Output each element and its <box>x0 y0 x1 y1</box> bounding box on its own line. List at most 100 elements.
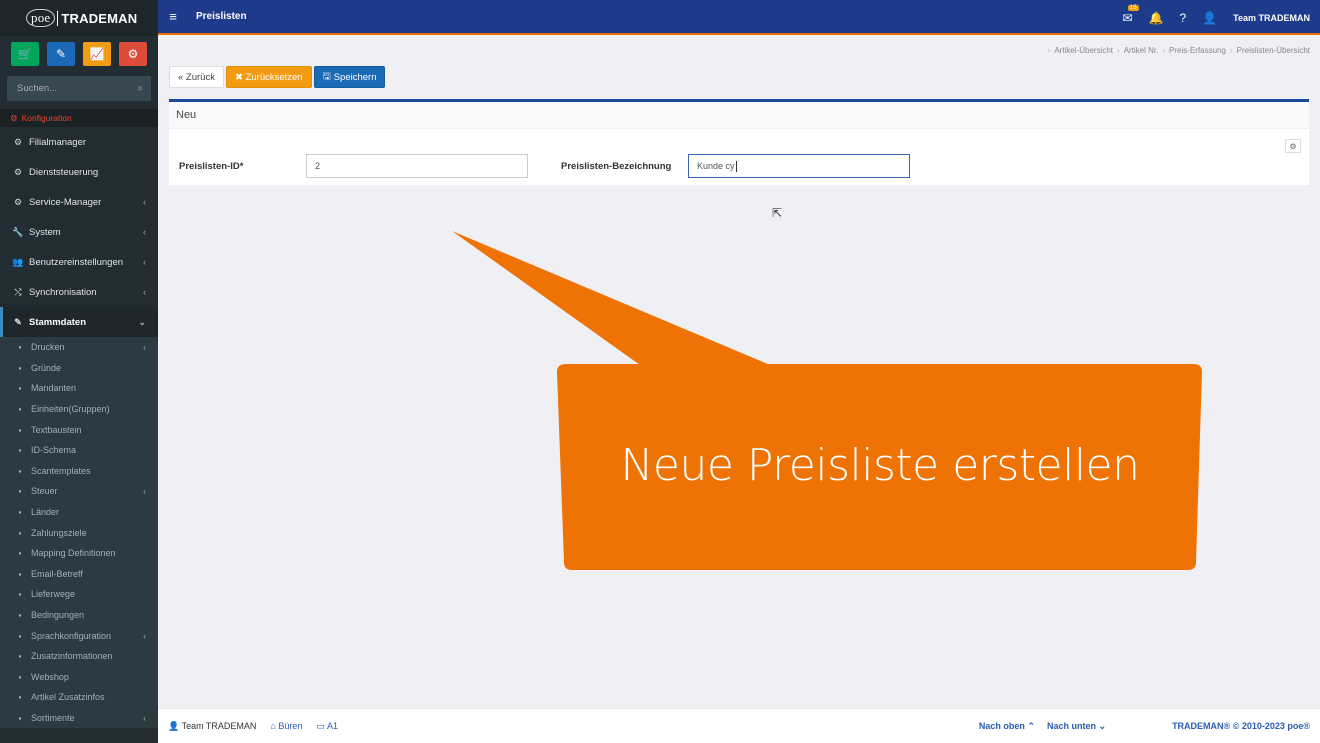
submenu-item-label: Zusatzinformationen <box>31 651 113 662</box>
user-icon: 👤 <box>168 720 180 731</box>
search-icon[interactable]: ⌕ <box>138 83 143 94</box>
submenu-item-icon: ▪ <box>18 404 22 415</box>
chevron-left-icon: ‹ <box>143 257 146 267</box>
submenu-item-webshop[interactable]: ▪ Webshop <box>0 667 158 688</box>
submenu-item-label: Textbaustein <box>31 424 82 435</box>
user-name[interactable]: Team TRADEMAN <box>1233 13 1310 23</box>
submenu-stammdaten: ▪ Drucken ‹ ▪ Gründe ▪ Mandanten ▪ Einheiten(Gru… <box>0 337 158 729</box>
submenu-item-label: Webshop <box>31 671 69 682</box>
callout-text: Neue Preisliste erstellen <box>620 440 1140 491</box>
submenu-item-gründe[interactable]: ▪ Gründe <box>0 358 158 379</box>
submenu-item-sortimente[interactable]: ▪ Sortimente ‹ <box>0 708 158 729</box>
menu-section-header[interactable]: ⚙ Konfiguration <box>0 109 158 127</box>
name-value: Kunde cy <box>697 161 735 171</box>
submenu-item-email-betreff[interactable]: ▪ Email-Betreff <box>0 564 158 585</box>
cart-icon: 🛒 <box>17 47 33 61</box>
pencil-icon: ✎ <box>55 47 67 61</box>
breadcrumb-item[interactable]: Preis-Erfassung <box>1169 46 1226 55</box>
submenu-item-id-schema[interactable]: ▪ ID-Schema <box>0 440 158 461</box>
id-label: Preislisten-ID* <box>179 161 244 172</box>
sidebar-item-stammdaten[interactable]: ✎ Stammdaten ⌄ <box>0 307 158 337</box>
scroll-up-label: Nach oben <box>978 720 1025 731</box>
submenu-item-scantemplates[interactable]: ▪ Scantemplates <box>0 461 158 482</box>
id-field[interactable]: 2 <box>306 154 528 178</box>
sidebar-item-benutzereinstellungen[interactable]: 👥 Benutzereinstellungen ‹ <box>0 247 158 277</box>
chart-button[interactable]: 📈 <box>83 42 111 66</box>
user-icon[interactable]: 👤 <box>1202 11 1217 25</box>
chevrons-down-icon: ⌄ <box>1098 720 1107 731</box>
submenu-item-lieferwege[interactable]: ▪ Lieferwege <box>0 584 158 605</box>
submenu-item-einheiten-gruppen-[interactable]: ▪ Einheiten(Gruppen) <box>0 399 158 420</box>
scroll-down-link[interactable]: Nach unten ⌄ <box>1047 721 1106 732</box>
breadcrumb-item[interactable]: Preislisten-Übersicht <box>1237 46 1310 55</box>
chevron-left-icon: ‹ <box>143 712 146 723</box>
floppy-icon: 🖫 <box>322 71 331 82</box>
breadcrumb-item[interactable]: Artikel-Übersicht <box>1054 46 1113 55</box>
submenu-item-icon: ▪ <box>18 342 22 353</box>
search-input[interactable]: Suchen... ⌕ <box>7 76 151 101</box>
callout-pointer <box>452 231 770 365</box>
cart-button[interactable]: 🛒 <box>11 42 39 66</box>
chevron-left-icon: ‹ <box>143 630 146 641</box>
submenu-item-icon: ▪ <box>18 692 22 703</box>
sidebar-item-label: Stammdaten <box>29 316 87 328</box>
submenu-item-icon: ▪ <box>18 527 22 538</box>
breadcrumb-item[interactable]: Artikel Nr. <box>1124 46 1159 55</box>
chart-icon: 📈 <box>89 47 105 61</box>
footer: 👤 Team TRADEMAN ⌂ Büren ▭ A1 Nach oben ⌃… <box>158 708 1320 743</box>
help-icon[interactable]: ? <box>1180 11 1187 25</box>
submenu-item-icon: ▪ <box>18 548 22 559</box>
submenu-item-textbaustein[interactable]: ▪ Textbaustein <box>0 419 158 440</box>
submenu-item-label: Email-Betreff <box>31 568 83 579</box>
scroll-up-link[interactable]: Nach oben ⌃ <box>979 721 1035 732</box>
mouse-cursor-icon: ⇱ <box>772 206 783 220</box>
settings-button[interactable]: ⚙ <box>119 42 147 66</box>
menu-toggle-icon[interactable]: ≡ <box>158 9 188 24</box>
submenu-item-icon: ▪ <box>18 712 22 723</box>
submenu-item-label: Einheiten(Gruppen) <box>31 404 110 415</box>
mail-icon[interactable]: ✉ 15 <box>1123 4 1139 25</box>
submenu-item-drucken[interactable]: ▪ Drucken ‹ <box>0 337 158 358</box>
submenu-item-zahlungsziele[interactable]: ▪ Zahlungsziele <box>0 522 158 543</box>
submenu-item-mandanten[interactable]: ▪ Mandanten <box>0 378 158 399</box>
bell-icon[interactable]: 🔔 <box>1149 11 1164 25</box>
sidebar: poe TRADEMAN 🛒 ✎ 📈 ⚙ Suchen... ⌕ ⚙ Konfi… <box>0 0 158 743</box>
submenu-item-artikel-zusatzinfos[interactable]: ▪ Artikel Zusatzinfos <box>0 687 158 708</box>
submenu-item-label: Scantemplates <box>31 465 91 476</box>
submenu-item-mapping-definitionen[interactable]: ▪ Mapping Definitionen <box>0 543 158 564</box>
sidebar-item-service-manager[interactable]: ⚙ Service-Manager ‹ <box>0 187 158 217</box>
submenu-item-label: Länder <box>31 507 60 518</box>
submenu-item-label: Mapping Definitionen <box>31 548 116 559</box>
edit-button[interactable]: ✎ <box>47 42 75 66</box>
submenu-item-länder[interactable]: ▪ Länder <box>0 502 158 523</box>
submenu-item-bedingungen[interactable]: ▪ Bedingungen <box>0 605 158 626</box>
search-placeholder: Suchen... <box>17 83 58 94</box>
sidebar-item-filialmanager[interactable]: ⚙ Filialmanager <box>0 127 158 157</box>
page-title: Preislisten <box>196 11 247 22</box>
app-logo[interactable]: poe TRADEMAN <box>0 0 158 36</box>
name-field[interactable]: Kunde cy <box>688 154 910 178</box>
sidebar-item-label: System <box>29 226 61 238</box>
panel-settings-icon[interactable]: ⚙ <box>1285 139 1301 153</box>
reset-button[interactable]: ✖ Zurücksetzen <box>225 66 312 88</box>
topbar: ≡ Preislisten ✉ 15 🔔 ? 👤 Team TRADEMAN <box>158 0 1320 35</box>
footer-location[interactable]: ⌂ Büren <box>270 721 302 731</box>
sidebar-item-dienststeuerung[interactable]: ⚙ Dienststeuerung <box>0 157 158 187</box>
footer-terminal-label: A1 <box>326 720 338 731</box>
submenu-item-zusatzinformationen[interactable]: ▪ Zusatzinformationen <box>0 646 158 667</box>
sidebar-item-system[interactable]: 🔧 System ‹ <box>0 217 158 247</box>
footer-terminal[interactable]: ▭ A1 <box>316 721 338 732</box>
submenu-item-label: Zahlungsziele <box>31 527 87 538</box>
logo-poe: poe <box>26 9 56 27</box>
back-button[interactable]: « Zurück <box>169 66 224 88</box>
save-button[interactable]: 🖫 Speichern <box>313 66 386 88</box>
cogs-icon: ⚙ <box>127 47 139 61</box>
submenu-item-icon: ▪ <box>18 362 22 373</box>
sidebar-item-synchronisation[interactable]: ⤭ Synchronisation ‹ <box>0 277 158 307</box>
submenu-item-sprachkonfiguration[interactable]: ▪ Sprachkonfiguration ‹ <box>0 625 158 646</box>
chevron-left-icon: ‹ <box>143 197 146 207</box>
users-icon: 👥 <box>12 256 24 267</box>
submenu-item-steuer[interactable]: ▪ Steuer ‹ <box>0 481 158 502</box>
footer-user: 👤 Team TRADEMAN <box>168 721 256 732</box>
cogs-icon: ⚙ <box>10 112 18 123</box>
